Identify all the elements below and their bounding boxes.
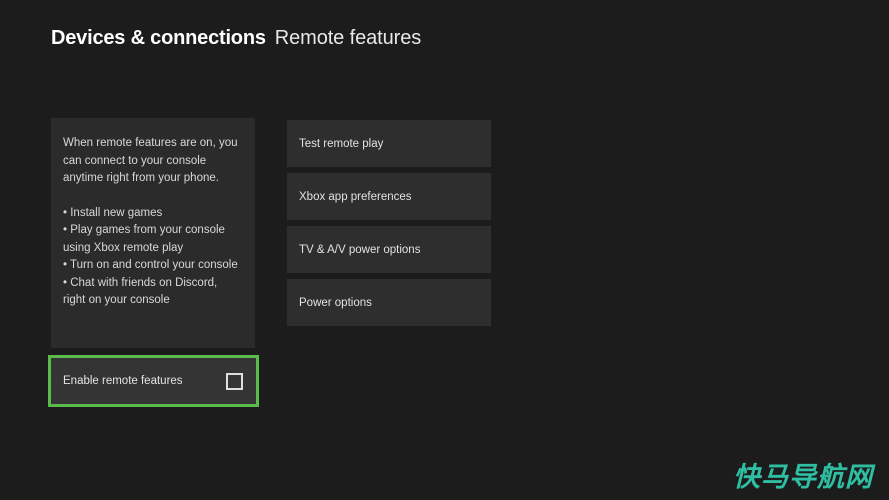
menu-item-label: Test remote play [299,137,384,150]
menu-item-xbox-app-preferences[interactable]: Xbox app preferences [287,173,491,220]
watermark: 快马导航网 [733,462,873,493]
list-item: Turn on and control your console [63,257,240,275]
enable-remote-features-checkbox[interactable] [226,372,243,390]
page-title: Remote features [274,27,422,49]
enable-remote-features-focus-ring: Enable remote features [48,355,259,407]
page-header: Devices & connections Remote features [51,27,421,50]
menu-item-power-options[interactable]: Power options [287,279,491,326]
enable-remote-features-label: Enable remote features [63,375,183,387]
list-item: Install new games [63,205,240,223]
menu-item-label: Power options [299,296,372,309]
menu-item-tv-av-power-options[interactable]: TV & A/V power options [287,226,491,273]
breadcrumb-section: Devices & connections [51,27,266,49]
description-panel: When remote features are on, you can con… [51,118,255,348]
list-item: Chat with friends on Discord, right on y… [63,275,240,310]
menu-item-label: TV & A/V power options [299,243,421,256]
description-bullet-list: Install new games Play games from your c… [63,205,240,310]
enable-remote-features-row[interactable]: Enable remote features [51,358,256,404]
list-item: Play games from your console using Xbox … [63,222,240,257]
remote-features-menu: Test remote play Xbox app preferences TV… [287,120,491,326]
settings-screen: Devices & connections Remote features Wh… [0,0,889,500]
description-intro-text: When remote features are on, you can con… [63,137,238,184]
menu-item-test-remote-play[interactable]: Test remote play [287,120,491,167]
menu-item-label: Xbox app preferences [299,190,412,203]
